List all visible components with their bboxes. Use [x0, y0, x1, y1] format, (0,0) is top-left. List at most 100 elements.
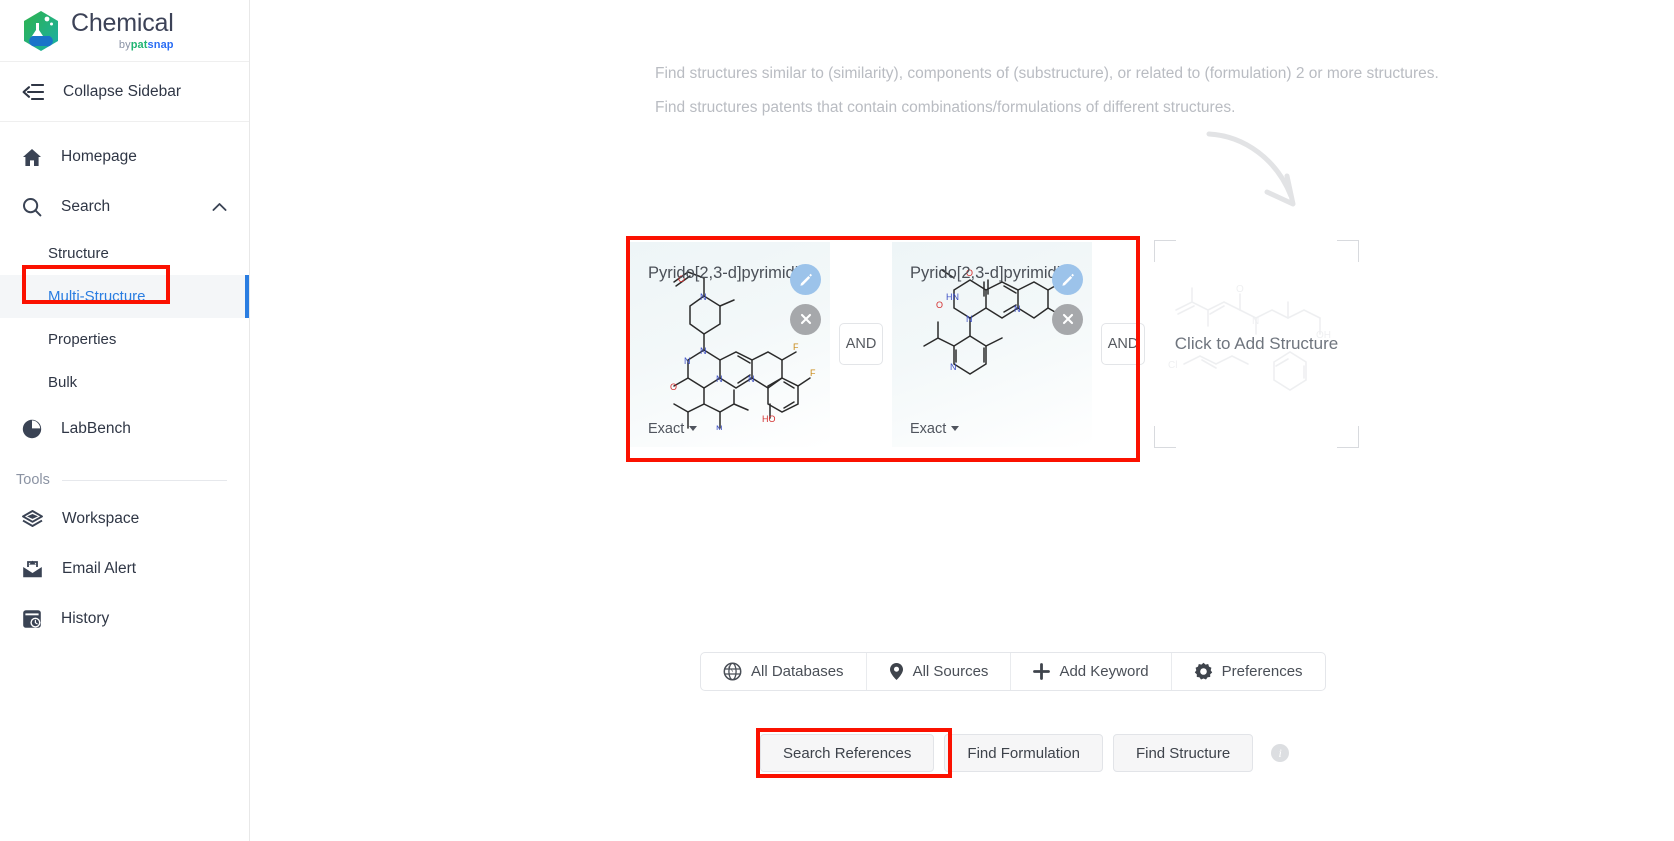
- svg-text:N: N: [1014, 304, 1021, 314]
- tools-section-header: Tools: [0, 454, 249, 494]
- collapse-sidebar-button[interactable]: Collapse Sidebar: [0, 62, 249, 122]
- search-references-button[interactable]: Search References: [760, 734, 935, 772]
- chemical-flask-logo-icon: [22, 10, 60, 52]
- main-content: Find structures similar to (similarity),…: [250, 0, 1674, 841]
- close-icon: [799, 312, 813, 326]
- sidebar-item-bulk-label: Bulk: [48, 374, 78, 391]
- svg-text:N: N: [700, 346, 707, 356]
- filter-all-databases[interactable]: All Databases: [701, 653, 867, 690]
- plus-icon: [1033, 663, 1051, 680]
- hint-line-2: Find structures patents that contain com…: [655, 99, 1236, 117]
- gear-icon: [1194, 662, 1213, 681]
- structure-card-2-mode-dropdown[interactable]: Exact: [910, 420, 960, 437]
- svg-text:F: F: [793, 342, 799, 352]
- sidebar-item-email-alert[interactable]: Email Alert: [0, 544, 249, 594]
- box-icon: [22, 509, 43, 529]
- filter-add-keyword-label: Add Keyword: [1059, 663, 1149, 680]
- svg-text:N: N: [748, 374, 755, 384]
- svg-text:N: N: [684, 356, 691, 366]
- structure-card-1-mode-label: Exact: [648, 420, 685, 437]
- sidebar-item-history[interactable]: History: [0, 594, 249, 644]
- svg-text:N: N: [966, 314, 973, 324]
- structure-card-2[interactable]: HN N N N O O F Cl Pyrido[2,3-d]pyrimidi.…: [892, 241, 1092, 447]
- filter-all-databases-label: All Databases: [751, 663, 844, 680]
- operator-button-1[interactable]: AND: [839, 323, 883, 365]
- close-icon: [1061, 312, 1075, 326]
- structure-card-1[interactable]: N N N N N N O O F F HO Pyrido[2,3-d]pyri…: [630, 241, 830, 447]
- operator-slot-2: AND: [1092, 323, 1154, 365]
- filter-preferences-label: Preferences: [1221, 663, 1303, 680]
- chevron-down-icon: [689, 426, 698, 431]
- svg-text:N: N: [700, 292, 707, 302]
- collapse-sidebar-icon: [22, 83, 44, 100]
- sidebar-item-search-label: Search: [61, 198, 111, 215]
- structure-card-2-delete-button[interactable]: [1052, 303, 1083, 335]
- sidebar-item-workspace-label: Workspace: [62, 510, 140, 527]
- sidebar-item-properties-label: Properties: [48, 331, 117, 348]
- brand-snap: snap: [147, 38, 174, 51]
- hint-text-block: Find structures similar to (similarity),…: [655, 62, 1615, 131]
- svg-text:N: N: [716, 374, 723, 384]
- structure-card-1-delete-button[interactable]: [790, 303, 821, 335]
- brand-header: Chemical bypatsnap: [0, 0, 249, 62]
- sidebar-item-history-label: History: [61, 610, 110, 627]
- pencil-icon: [798, 272, 813, 287]
- action-buttons-row: Search References Find Formulation Find …: [760, 734, 1290, 772]
- svg-text:N: N: [1252, 316, 1259, 327]
- chevron-up-icon[interactable]: [212, 202, 227, 212]
- history-icon: [22, 609, 42, 629]
- sidebar-item-homepage-label: Homepage: [61, 148, 137, 165]
- collapse-sidebar-label: Collapse Sidebar: [63, 82, 182, 100]
- tools-divider: [61, 479, 227, 481]
- filter-all-sources[interactable]: All Sources: [867, 653, 1012, 690]
- svg-text:HN: HN: [946, 292, 959, 302]
- sidebar-item-structure-label: Structure: [48, 245, 109, 262]
- curved-arrow-icon: [1205, 130, 1315, 230]
- sidebar-item-properties[interactable]: Properties: [0, 318, 249, 361]
- svg-text:N: N: [716, 424, 723, 430]
- sidebar-item-multi-structure-label: Multi-Structure: [48, 288, 146, 305]
- structure-card-2-mode-label: Exact: [910, 420, 947, 437]
- svg-text:F: F: [810, 368, 816, 378]
- svg-text:O: O: [670, 382, 677, 392]
- sidebar-nav: Homepage Search Structure Multi-Structur…: [0, 122, 249, 644]
- structure-builder: N N N N N N O O F F HO Pyrido[2,3-d]pyri…: [630, 240, 1359, 448]
- sidebar-item-email-alert-label: Email Alert: [62, 560, 137, 577]
- find-structure-button[interactable]: Find Structure: [1112, 734, 1254, 772]
- filter-toolbar: All Databases All Sources Add Keyword Pr…: [700, 652, 1326, 691]
- sidebar-item-workspace[interactable]: Workspace: [0, 494, 249, 544]
- sidebar-item-bulk[interactable]: Bulk: [0, 361, 249, 404]
- sidebar-item-structure[interactable]: Structure: [0, 232, 249, 275]
- svg-text:O: O: [1236, 284, 1244, 295]
- sidebar-item-labbench-label: LabBench: [61, 420, 131, 437]
- home-icon: [22, 148, 42, 167]
- operator-button-2[interactable]: AND: [1101, 323, 1145, 365]
- svg-text:N: N: [950, 362, 957, 372]
- filter-add-keyword[interactable]: Add Keyword: [1011, 653, 1172, 690]
- sidebar-item-homepage[interactable]: Homepage: [0, 132, 249, 182]
- chevron-down-icon: [951, 426, 960, 431]
- sidebar-item-search[interactable]: Search: [0, 182, 249, 232]
- add-structure-placeholder[interactable]: O N OH Cl Click to Add Structure: [1154, 240, 1359, 448]
- search-icon: [22, 197, 42, 217]
- brand-title: Chemical: [71, 8, 174, 37]
- sidebar-item-labbench[interactable]: LabBench: [0, 404, 249, 454]
- brand-by: by: [118, 38, 131, 51]
- brand-pat: pat: [130, 38, 148, 51]
- tools-section-label: Tools: [16, 472, 50, 488]
- structure-card-1-mode-dropdown[interactable]: Exact: [648, 420, 698, 437]
- operator-slot-1: AND: [830, 323, 892, 365]
- svg-text:Cl: Cl: [1168, 360, 1177, 371]
- structure-card-1-edit-button[interactable]: [790, 263, 821, 295]
- sidebar-item-multi-structure[interactable]: Multi-Structure: [0, 275, 249, 318]
- location-pin-icon: [889, 662, 904, 681]
- hint-line-1: Find structures similar to (similarity),…: [655, 65, 1439, 82]
- add-structure-label: Click to Add Structure: [1174, 334, 1339, 353]
- structure-card-2-edit-button[interactable]: [1052, 263, 1083, 295]
- svg-text:HO: HO: [762, 414, 776, 424]
- find-formulation-button[interactable]: Find Formulation: [944, 734, 1103, 772]
- info-icon[interactable]: i: [1271, 744, 1290, 762]
- filter-preferences[interactable]: Preferences: [1172, 653, 1325, 690]
- filter-all-sources-label: All Sources: [912, 663, 989, 680]
- email-alert-icon: [22, 560, 43, 579]
